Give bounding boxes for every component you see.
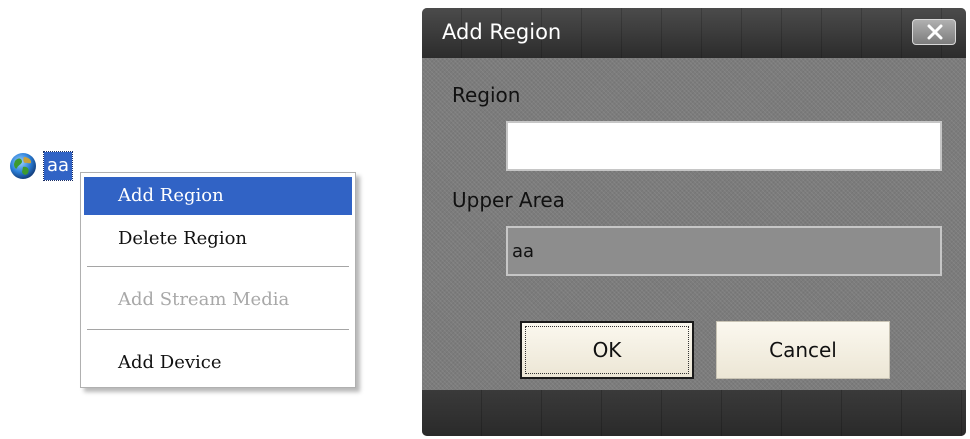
close-button[interactable]: [912, 19, 956, 45]
menu-item-add-region[interactable]: Add Region: [84, 177, 352, 215]
region-label: Region: [452, 83, 521, 107]
menu-item-add-stream-media: Add Stream Media: [118, 289, 290, 310]
upper-area-label: Upper Area: [452, 188, 565, 212]
ok-button[interactable]: OK: [520, 321, 694, 379]
add-region-dialog: Add Region Region Upper Area OK Cancel: [422, 8, 966, 436]
menu-separator: [87, 329, 349, 331]
dialog-footer: [422, 390, 966, 436]
menu-item-delete-region[interactable]: Delete Region: [84, 220, 352, 258]
context-menu: Add Region Delete Region Add Stream Medi…: [80, 172, 356, 388]
tree-node-region[interactable]: aa: [8, 148, 74, 184]
menu-item-add-device[interactable]: Add Device: [84, 344, 352, 382]
menu-separator: [87, 266, 349, 268]
globe-icon: [10, 153, 36, 179]
region-input[interactable]: [506, 121, 942, 171]
dialog-title: Add Region: [442, 20, 562, 44]
dialog-titlebar[interactable]: Add Region: [422, 8, 966, 58]
cancel-button[interactable]: Cancel: [716, 321, 890, 379]
upper-area-field: [506, 226, 942, 276]
close-icon: [927, 24, 943, 40]
tree-node-label[interactable]: aa: [42, 151, 74, 181]
focus-ring: [525, 326, 689, 374]
